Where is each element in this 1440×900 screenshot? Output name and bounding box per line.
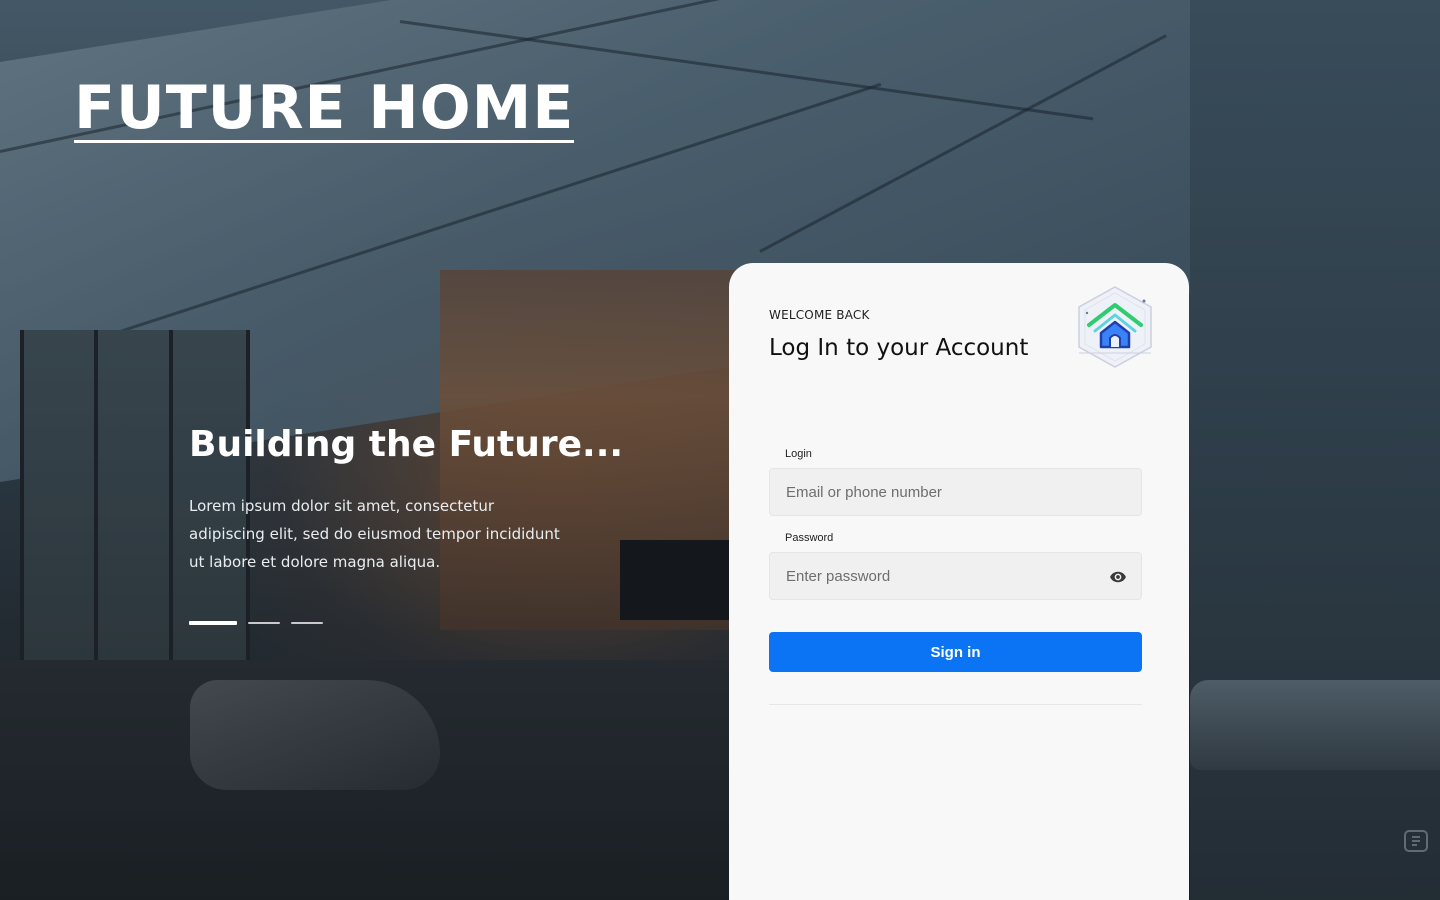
carousel-indicators [189,621,323,625]
brand-logo-text[interactable]: FUTURE HOME [74,76,575,143]
carousel-indicator-2[interactable] [248,622,280,624]
sign-in-button[interactable]: Sign in [769,632,1142,672]
login-field-wrapper [769,468,1142,516]
hero-title: Building the Future... [189,424,624,465]
carousel-indicator-1[interactable] [189,621,237,625]
password-field-wrapper [769,552,1142,600]
password-input[interactable] [770,553,1141,599]
smart-home-logo-icon [1078,286,1152,368]
login-card: WELCOME BACK Log In to your Account Logi… [729,263,1189,900]
login-label: Login [785,448,812,460]
corner-widget-icon [1404,830,1428,852]
carousel-indicator-3[interactable] [291,622,323,624]
login-title: Log In to your Account [769,335,1029,361]
login-input[interactable] [770,469,1141,515]
divider [769,704,1142,705]
welcome-eyebrow: WELCOME BACK [769,308,870,322]
eye-icon[interactable] [1109,568,1127,586]
hero-description: Lorem ipsum dolor sit amet, consectetur … [189,497,560,571]
password-label: Password [785,532,834,544]
